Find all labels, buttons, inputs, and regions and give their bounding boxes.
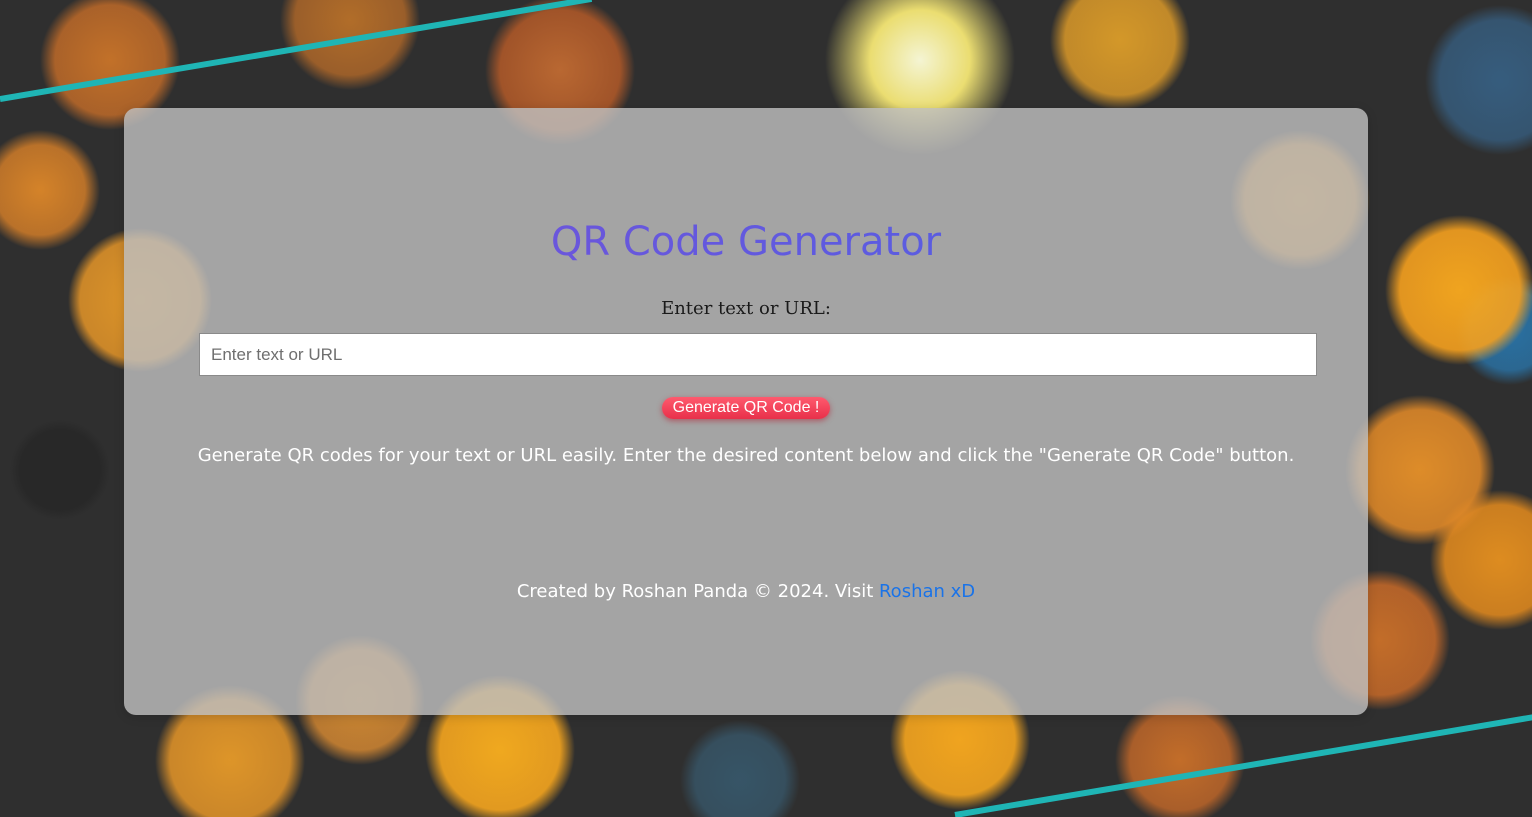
page-title: QR Code Generator (124, 218, 1368, 266)
generate-qr-button[interactable]: Generate QR Code ! (662, 397, 830, 419)
footer-text: Created by Roshan Panda © 2024. Visit (516, 581, 879, 602)
text-url-input[interactable] (199, 333, 1317, 376)
footer-link-roshan-xd[interactable]: Roshan xD (879, 581, 975, 602)
footer-credit: Created by Roshan Panda © 2024. Visit Ro… (124, 580, 1368, 604)
description-text: Generate QR codes for your text or URL e… (197, 445, 1295, 466)
input-label: Enter text or URL: (661, 298, 831, 319)
generator-card: QR Code Generator Enter text or URL: Gen… (124, 108, 1368, 715)
